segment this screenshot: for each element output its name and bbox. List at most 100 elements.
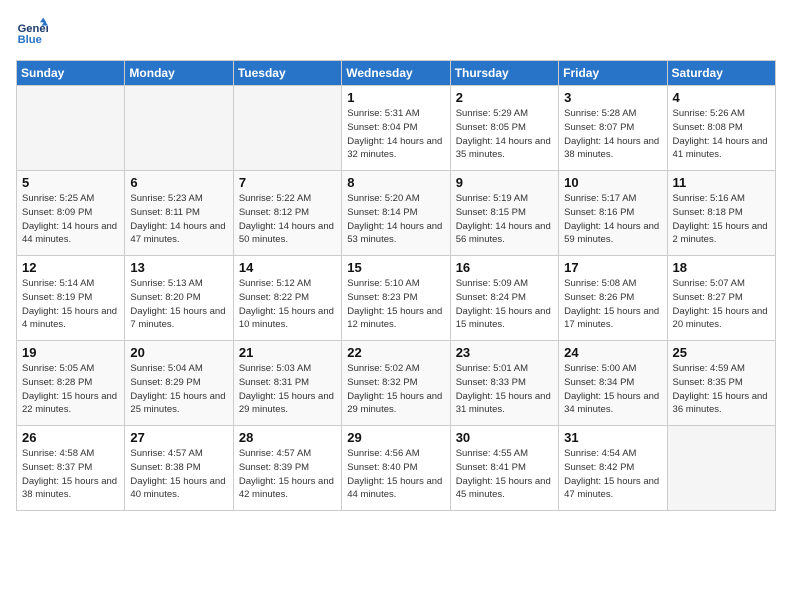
day-info: Sunrise: 4:55 AMSunset: 8:41 PMDaylight:… <box>456 447 553 502</box>
day-info: Sunrise: 5:07 AMSunset: 8:27 PMDaylight:… <box>673 277 770 332</box>
calendar-cell: 23Sunrise: 5:01 AMSunset: 8:33 PMDayligh… <box>450 341 558 426</box>
day-number: 6 <box>130 175 227 190</box>
day-number: 5 <box>22 175 119 190</box>
day-number: 25 <box>673 345 770 360</box>
calendar-cell: 7 Sunrise: 5:22 AMSunset: 8:12 PMDaylight… <box>233 171 341 256</box>
day-info: Sunrise: 5:09 AMSunset: 8:24 PMDaylight:… <box>456 277 553 332</box>
day-number: 20 <box>130 345 227 360</box>
col-header-sunday: Sunday <box>17 61 125 86</box>
calendar-cell: 14 Sunrise: 5:12 AMSunset: 8:22 PMDayligh… <box>233 256 341 341</box>
calendar-cell: 28 Sunrise: 4:57 AMSunset: 8:39 PMDayligh… <box>233 426 341 511</box>
col-header-tuesday: Tuesday <box>233 61 341 86</box>
calendar-week-3: 12 Sunrise: 5:14 AMSunset: 8:19 PMDayligh… <box>17 256 776 341</box>
col-header-thursday: Thursday <box>450 61 558 86</box>
calendar-cell: 2 Sunrise: 5:29 AMSunset: 8:05 PMDaylight… <box>450 86 558 171</box>
calendar-cell: 22Sunrise: 5:02 AMSunset: 8:32 PMDayligh… <box>342 341 450 426</box>
day-number: 18 <box>673 260 770 275</box>
day-info: Sunrise: 5:13 AMSunset: 8:20 PMDaylight:… <box>130 277 227 332</box>
calendar-cell <box>17 86 125 171</box>
calendar-cell: 15 Sunrise: 5:10 AMSunset: 8:23 PMDayligh… <box>342 256 450 341</box>
day-number: 29 <box>347 430 444 445</box>
calendar-cell: 24 Sunrise: 5:00 AMSunset: 8:34 PMDayligh… <box>559 341 667 426</box>
calendar-cell: 10 Sunrise: 5:17 AMSunset: 8:16 PMDayligh… <box>559 171 667 256</box>
day-number: 1 <box>347 90 444 105</box>
day-number: 15 <box>347 260 444 275</box>
day-number: 3 <box>564 90 661 105</box>
day-info: Sunrise: 5:10 AMSunset: 8:23 PMDaylight:… <box>347 277 444 332</box>
logo-icon: General Blue <box>16 16 48 48</box>
day-info: Sunrise: 5:05 AMSunset: 8:28 PMDaylight:… <box>22 362 119 417</box>
day-info: Sunrise: 5:23 AMSunset: 8:11 PMDaylight:… <box>130 192 227 247</box>
day-number: 17 <box>564 260 661 275</box>
calendar-cell: 16 Sunrise: 5:09 AMSunset: 8:24 PMDayligh… <box>450 256 558 341</box>
day-info: Sunrise: 5:20 AMSunset: 8:14 PMDaylight:… <box>347 192 444 247</box>
day-info: Sunrise: 5:02 AMSunset: 8:32 PMDaylight:… <box>347 362 444 417</box>
calendar-week-1: 1 Sunrise: 5:31 AMSunset: 8:04 PMDaylight… <box>17 86 776 171</box>
day-number: 16 <box>456 260 553 275</box>
calendar-cell: 31Sunrise: 4:54 AMSunset: 8:42 PMDayligh… <box>559 426 667 511</box>
day-number: 11 <box>673 175 770 190</box>
day-number: 8 <box>347 175 444 190</box>
day-info: Sunrise: 4:58 AMSunset: 8:37 PMDaylight:… <box>22 447 119 502</box>
day-number: 10 <box>564 175 661 190</box>
day-number: 31 <box>564 430 661 445</box>
calendar-cell: 26Sunrise: 4:58 AMSunset: 8:37 PMDayligh… <box>17 426 125 511</box>
day-info: Sunrise: 5:14 AMSunset: 8:19 PMDaylight:… <box>22 277 119 332</box>
calendar-cell: 25 Sunrise: 4:59 AMSunset: 8:35 PMDayligh… <box>667 341 775 426</box>
calendar-cell: 12 Sunrise: 5:14 AMSunset: 8:19 PMDayligh… <box>17 256 125 341</box>
col-header-saturday: Saturday <box>667 61 775 86</box>
calendar-cell <box>125 86 233 171</box>
calendar-cell: 6 Sunrise: 5:23 AMSunset: 8:11 PMDaylight… <box>125 171 233 256</box>
calendar-cell: 18 Sunrise: 5:07 AMSunset: 8:27 PMDayligh… <box>667 256 775 341</box>
day-number: 7 <box>239 175 336 190</box>
day-number: 12 <box>22 260 119 275</box>
logo: General Blue <box>16 16 52 48</box>
calendar-cell: 19Sunrise: 5:05 AMSunset: 8:28 PMDayligh… <box>17 341 125 426</box>
day-info: Sunrise: 4:57 AMSunset: 8:39 PMDaylight:… <box>239 447 336 502</box>
day-info: Sunrise: 5:29 AMSunset: 8:05 PMDaylight:… <box>456 107 553 162</box>
calendar-cell: 8 Sunrise: 5:20 AMSunset: 8:14 PMDaylight… <box>342 171 450 256</box>
calendar-cell: 30 Sunrise: 4:55 AMSunset: 8:41 PMDayligh… <box>450 426 558 511</box>
col-header-friday: Friday <box>559 61 667 86</box>
calendar-cell <box>233 86 341 171</box>
day-info: Sunrise: 5:01 AMSunset: 8:33 PMDaylight:… <box>456 362 553 417</box>
day-info: Sunrise: 4:59 AMSunset: 8:35 PMDaylight:… <box>673 362 770 417</box>
calendar-cell: 29Sunrise: 4:56 AMSunset: 8:40 PMDayligh… <box>342 426 450 511</box>
day-number: 30 <box>456 430 553 445</box>
day-number: 13 <box>130 260 227 275</box>
calendar-week-5: 26Sunrise: 4:58 AMSunset: 8:37 PMDayligh… <box>17 426 776 511</box>
day-info: Sunrise: 5:03 AMSunset: 8:31 PMDaylight:… <box>239 362 336 417</box>
day-info: Sunrise: 5:25 AMSunset: 8:09 PMDaylight:… <box>22 192 119 247</box>
calendar-cell: 3 Sunrise: 5:28 AMSunset: 8:07 PMDaylight… <box>559 86 667 171</box>
day-info: Sunrise: 5:12 AMSunset: 8:22 PMDaylight:… <box>239 277 336 332</box>
day-number: 24 <box>564 345 661 360</box>
day-info: Sunrise: 5:00 AMSunset: 8:34 PMDaylight:… <box>564 362 661 417</box>
calendar-cell: 9 Sunrise: 5:19 AMSunset: 8:15 PMDaylight… <box>450 171 558 256</box>
page-header: General Blue <box>16 16 776 48</box>
calendar-cell: 13 Sunrise: 5:13 AMSunset: 8:20 PMDayligh… <box>125 256 233 341</box>
day-info: Sunrise: 5:19 AMSunset: 8:15 PMDaylight:… <box>456 192 553 247</box>
day-number: 28 <box>239 430 336 445</box>
day-info: Sunrise: 5:22 AMSunset: 8:12 PMDaylight:… <box>239 192 336 247</box>
calendar-cell: 20 Sunrise: 5:04 AMSunset: 8:29 PMDayligh… <box>125 341 233 426</box>
day-number: 2 <box>456 90 553 105</box>
day-info: Sunrise: 5:26 AMSunset: 8:08 PMDaylight:… <box>673 107 770 162</box>
calendar-week-4: 19Sunrise: 5:05 AMSunset: 8:28 PMDayligh… <box>17 341 776 426</box>
calendar-cell: 27Sunrise: 4:57 AMSunset: 8:38 PMDayligh… <box>125 426 233 511</box>
day-number: 27 <box>130 430 227 445</box>
calendar-cell: 4 Sunrise: 5:26 AMSunset: 8:08 PMDaylight… <box>667 86 775 171</box>
calendar-header-row: SundayMondayTuesdayWednesdayThursdayFrid… <box>17 61 776 86</box>
day-number: 14 <box>239 260 336 275</box>
day-number: 4 <box>673 90 770 105</box>
day-info: Sunrise: 5:16 AMSunset: 8:18 PMDaylight:… <box>673 192 770 247</box>
day-info: Sunrise: 5:17 AMSunset: 8:16 PMDaylight:… <box>564 192 661 247</box>
calendar-week-2: 5 Sunrise: 5:25 AMSunset: 8:09 PMDaylight… <box>17 171 776 256</box>
day-info: Sunrise: 5:28 AMSunset: 8:07 PMDaylight:… <box>564 107 661 162</box>
day-info: Sunrise: 5:04 AMSunset: 8:29 PMDaylight:… <box>130 362 227 417</box>
day-info: Sunrise: 5:31 AMSunset: 8:04 PMDaylight:… <box>347 107 444 162</box>
svg-text:Blue: Blue <box>18 34 42 46</box>
day-number: 21 <box>239 345 336 360</box>
calendar-cell: 21 Sunrise: 5:03 AMSunset: 8:31 PMDayligh… <box>233 341 341 426</box>
day-number: 9 <box>456 175 553 190</box>
calendar-cell: 5 Sunrise: 5:25 AMSunset: 8:09 PMDaylight… <box>17 171 125 256</box>
